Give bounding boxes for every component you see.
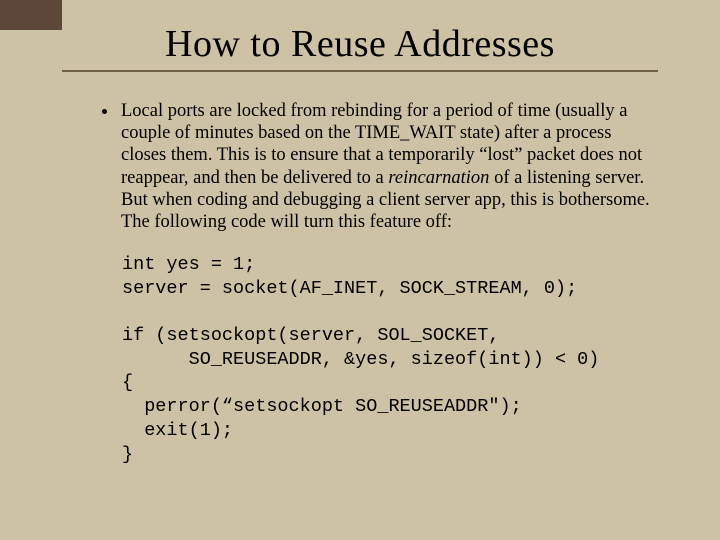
corner-decoration (0, 0, 62, 30)
code-block: int yes = 1; server = socket(AF_INET, SO… (60, 253, 660, 466)
bullet-text-em: reincarnation (388, 168, 489, 188)
bullet-item: Local ports are locked from rebinding fo… (60, 100, 660, 233)
bullet-marker (102, 109, 107, 114)
title-underline (62, 70, 658, 72)
slide: How to Reuse Addresses Local ports are l… (0, 0, 720, 540)
bullet-text: Local ports are locked from rebinding fo… (121, 100, 656, 233)
slide-title: How to Reuse Addresses (60, 22, 660, 66)
